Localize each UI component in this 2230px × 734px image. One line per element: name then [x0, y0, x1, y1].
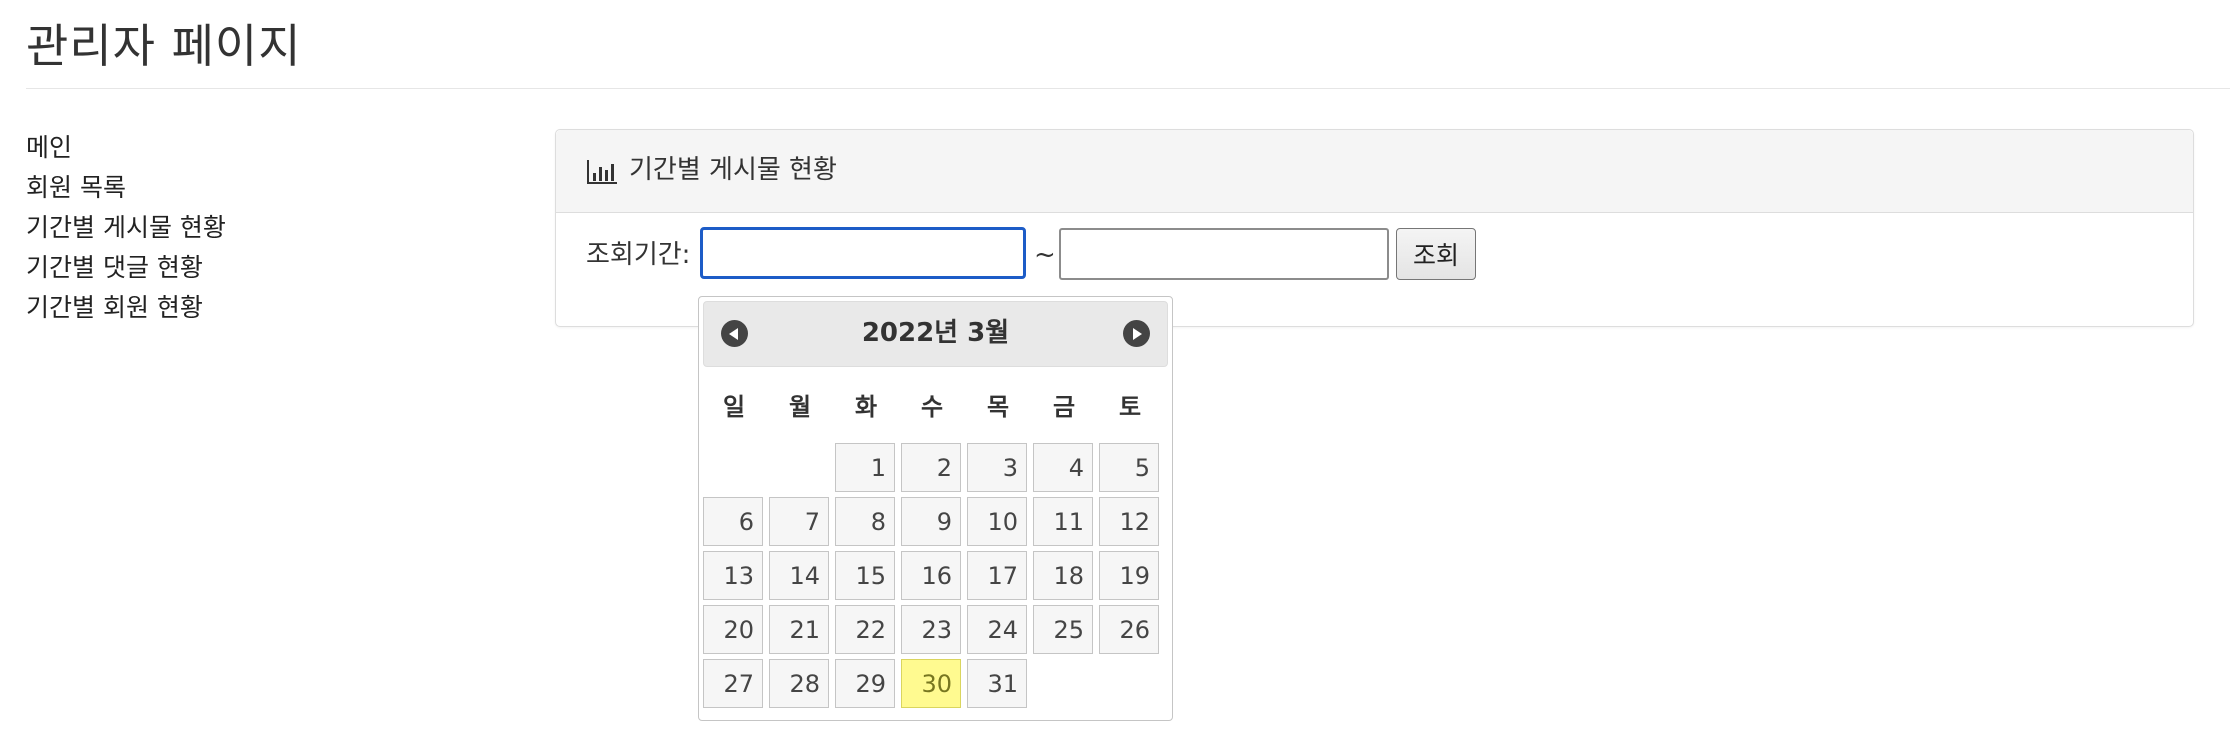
calendar-day[interactable]: 24 [967, 605, 1027, 654]
datepicker-header: 2022년 3월 [703, 301, 1168, 367]
calendar-day[interactable]: 15 [835, 551, 895, 600]
calendar-day[interactable]: 20 [703, 605, 763, 654]
page-title: 관리자 페이지 [26, 19, 302, 73]
weekday-label: 수 [920, 393, 944, 421]
weekday-label: 월 [788, 393, 812, 421]
calendar-day-today[interactable]: 30 [901, 659, 961, 708]
calendar-day[interactable]: 19 [1099, 551, 1159, 600]
sidebar-item-member-list[interactable]: 회원 목록 [26, 168, 506, 208]
calendar-day[interactable]: 7 [769, 497, 829, 546]
date-range-separator: ~ [1034, 240, 1056, 270]
calendar-day[interactable]: 16 [901, 551, 961, 600]
calendar-day[interactable]: 3 [967, 443, 1027, 492]
end-date-input[interactable] [1059, 228, 1389, 280]
sidebar-item-members-by-period[interactable]: 기간별 회원 현황 [26, 288, 506, 328]
calendar-day[interactable]: 8 [835, 497, 895, 546]
calendar-day[interactable]: 13 [703, 551, 763, 600]
period-label: 조회기간: [586, 240, 691, 270]
start-date-input[interactable] [700, 227, 1026, 279]
calendar-day[interactable]: 4 [1033, 443, 1093, 492]
weekday-label: 화 [854, 393, 878, 421]
weekday-label: 목 [986, 393, 1010, 421]
sidebar: 메인 회원 목록 기간별 게시물 현황 기간별 댓글 현황 기간별 회원 현황 [26, 128, 506, 328]
panel-title: 기간별 게시물 현황 [629, 155, 837, 185]
calendar-day[interactable]: 17 [967, 551, 1027, 600]
calendar-day[interactable]: 10 [967, 497, 1027, 546]
calendar-day[interactable]: 23 [901, 605, 961, 654]
calendar-day[interactable]: 1 [835, 443, 895, 492]
sidebar-item-comments-by-period[interactable]: 기간별 댓글 현황 [26, 248, 506, 288]
bar-chart-icon [587, 160, 617, 184]
calendar-day[interactable]: 11 [1033, 497, 1093, 546]
datepicker-weekdays: 일월화수목금토 [703, 377, 1168, 435]
calendar-day[interactable]: 9 [901, 497, 961, 546]
sidebar-item-posts-by-period[interactable]: 기간별 게시물 현황 [26, 208, 506, 248]
calendar-day[interactable]: 18 [1033, 551, 1093, 600]
calendar-day[interactable]: 28 [769, 659, 829, 708]
calendar-day[interactable]: 29 [835, 659, 895, 708]
calendar-day[interactable]: 26 [1099, 605, 1159, 654]
calendar-day[interactable]: 21 [769, 605, 829, 654]
datepicker: 2022년 3월 일월화수목금토 1 2 3 4 5 6 7 8 9 10 11 12 13 14 15 16… [698, 296, 1173, 721]
search-button[interactable]: 조회 [1396, 228, 1476, 280]
calendar-day[interactable]: 2 [901, 443, 961, 492]
calendar-day[interactable]: 14 [769, 551, 829, 600]
sidebar-item-main[interactable]: 메인 [26, 128, 506, 168]
calendar-day[interactable]: 31 [967, 659, 1027, 708]
next-month-icon[interactable] [1123, 320, 1150, 347]
calendar-day[interactable]: 12 [1099, 497, 1159, 546]
calendar-day[interactable]: 27 [703, 659, 763, 708]
calendar-day[interactable]: 5 [1099, 443, 1159, 492]
weekday-label: 일 [722, 393, 746, 421]
weekday-label: 토 [1118, 393, 1142, 421]
calendar-day[interactable]: 6 [703, 497, 763, 546]
datepicker-title: 2022년 3월 [861, 318, 1010, 348]
weekday-label: 금 [1052, 393, 1076, 421]
calendar-day[interactable]: 22 [835, 605, 895, 654]
panel-heading: 기간별 게시물 현황 [556, 130, 2193, 213]
calendar-day[interactable]: 25 [1033, 605, 1093, 654]
page-header: 관리자 페이지 [26, 0, 2230, 89]
